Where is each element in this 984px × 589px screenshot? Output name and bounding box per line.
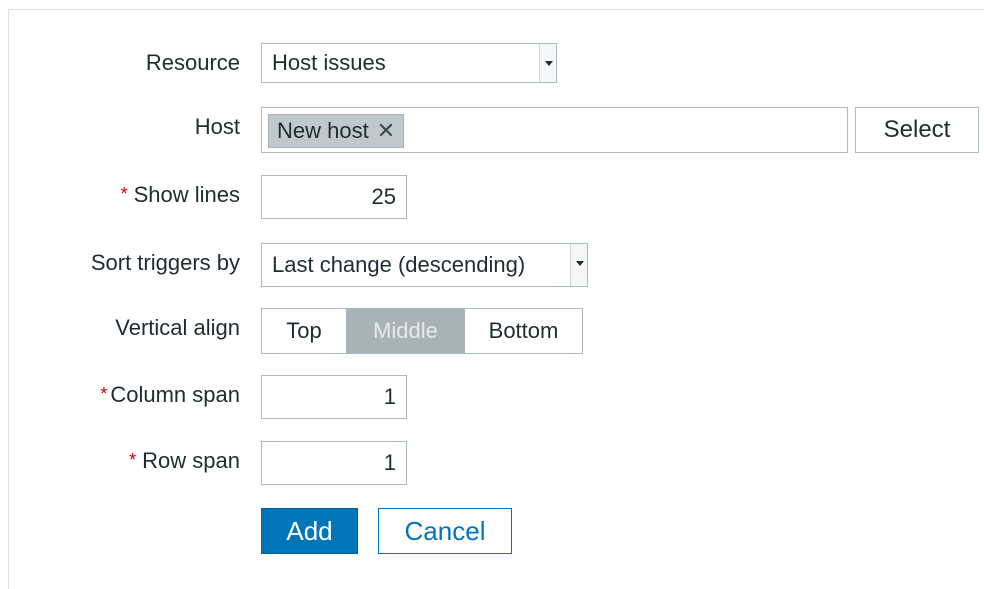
required-mark: * [120,184,128,204]
show-lines-label: * Show lines [121,175,240,215]
resource-select[interactable]: Host issues [261,43,557,83]
form-actions: Add Cancel [0,508,984,554]
vertical-align-radio-group: Top Middle Bottom [261,308,583,354]
vertical-align-top[interactable]: Top [262,309,346,353]
host-chip-label: New host [277,118,369,143]
form-row-show-lines: * Show lines 25 [0,175,984,219]
chevron-down-icon [570,244,587,286]
form-row-vertical-align: Vertical align Top Middle Bottom [0,308,984,354]
vertical-align-bottom[interactable]: Bottom [465,309,582,353]
column-span-label-text: Column span [110,382,240,407]
row-span-label: * Row span [129,441,240,481]
host-label: Host [194,114,240,139]
widget-form-panel [8,9,984,589]
vertical-align-middle[interactable]: Middle [346,309,465,353]
add-button[interactable]: Add [261,508,358,554]
sort-triggers-select[interactable]: Last change (descending) [261,243,588,287]
sort-triggers-value: Last change (descending) [272,252,526,277]
form-row-column-span: * Column span 1 [0,375,984,419]
column-span-label: * Column span [100,375,240,415]
sort-triggers-label: Sort triggers by [90,250,240,275]
row-span-input[interactable]: 1 [261,441,407,485]
host-multiselect[interactable]: New host ✕ [261,107,848,153]
vertical-align-label: Vertical align [115,315,240,340]
form-row-sort-triggers: Sort triggers by Last change (descending… [0,243,984,287]
close-icon[interactable]: ✕ [377,118,395,143]
show-lines-input[interactable]: 25 [261,175,407,219]
form-row-resource: Resource Host issues [0,43,984,83]
cancel-button[interactable]: Cancel [378,508,512,554]
host-chip: New host ✕ [268,114,405,148]
form-row-host: Host New host ✕ Select [0,107,984,153]
row-span-label-text: Row span [142,448,240,473]
chevron-down-icon [539,44,556,82]
column-span-input[interactable]: 1 [261,375,407,419]
show-lines-label-text: Show lines [133,182,240,207]
resource-label: Resource [145,50,240,75]
host-select-button[interactable]: Select [855,107,979,153]
resource-select-value: Host issues [272,50,386,75]
required-mark: * [100,384,108,404]
required-mark: * [129,450,137,470]
form-row-row-span: * Row span 1 [0,441,984,485]
